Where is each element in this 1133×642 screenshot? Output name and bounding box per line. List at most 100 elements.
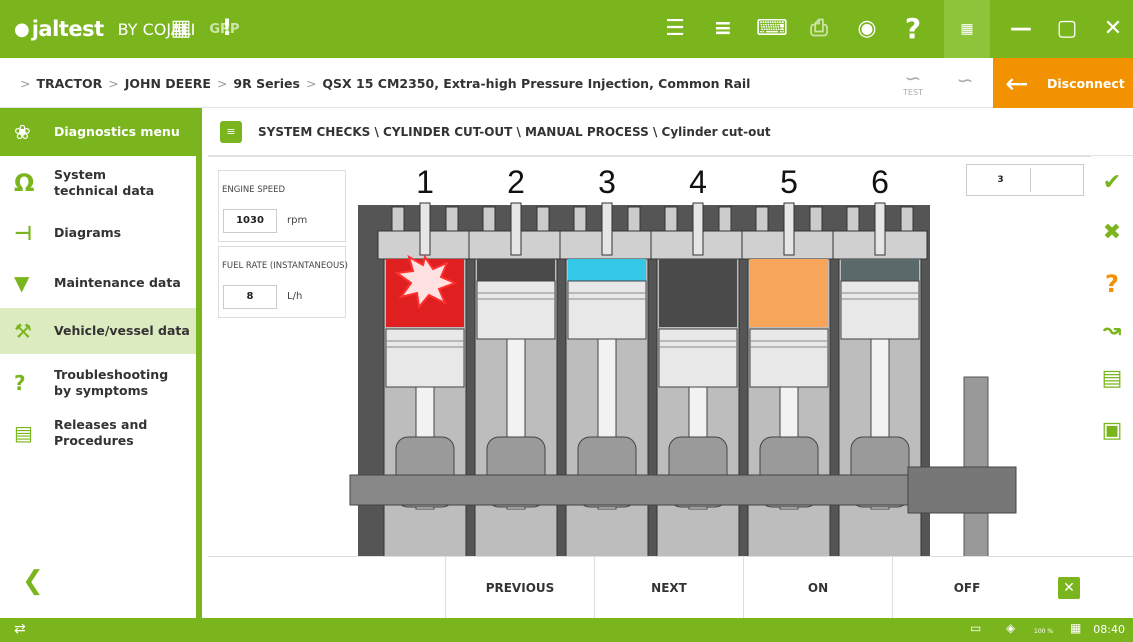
next-button[interactable]: NEXT: [594, 557, 743, 619]
piston-2: [476, 280, 556, 340]
usb-icon: ⇄: [14, 621, 26, 637]
valve-spring: [536, 206, 550, 232]
report-icon[interactable]: ☰: [660, 14, 690, 44]
valve-spring: [445, 206, 459, 232]
piston-6: [840, 280, 920, 340]
injector: [874, 202, 886, 256]
omega-icon: Ω: [14, 169, 35, 197]
breadcrumb-item[interactable]: TRACTOR: [36, 76, 102, 91]
list-icon[interactable]: ≡: [708, 14, 738, 44]
sidebar-item-troubleshooting[interactable]: ? Troubleshooting by symptoms: [0, 360, 196, 406]
valve-spring: [573, 206, 587, 232]
cylinder-cutout-panel: ENGINE SPEED 1030 rpm FUEL RATE (INSTANT…: [208, 156, 1091, 557]
valve-spring: [391, 206, 405, 232]
valve-spring: [809, 206, 823, 232]
cylinder-number-2: 2: [507, 164, 525, 200]
keyboard-icon[interactable]: ⌨: [756, 14, 788, 44]
piston-5: [749, 328, 829, 388]
crank-pulley: [907, 466, 1017, 514]
zoom-level: 100 %: [1034, 628, 1054, 635]
crankshaft: [349, 474, 971, 506]
on-button[interactable]: ON: [743, 557, 892, 619]
close-panel-icon[interactable]: ✕: [1058, 577, 1080, 599]
status-bar: ⇄ ▭ ◈ 100 % ▦ 08:40: [0, 618, 1133, 642]
injector: [783, 202, 795, 256]
piston-4: [658, 328, 738, 388]
calendar-icon: ▦: [1070, 621, 1082, 635]
document-icon: ▤: [14, 421, 33, 445]
graph-icon[interactable]: ↝: [1091, 318, 1133, 343]
combustion-chamber-2: [477, 259, 555, 283]
connector-icon[interactable]: ∽: [948, 68, 982, 100]
battery-icon: ▭: [970, 621, 982, 635]
cancel-icon[interactable]: ✖: [1091, 220, 1133, 245]
diagram-icon: ⊣: [14, 221, 33, 245]
apps-grid-icon[interactable]: ▦: [944, 0, 990, 58]
breadcrumb: > TRACTOR > JOHN DEERE >9R Series > QSX 15 …: [20, 75, 751, 91]
printer-icon[interactable]: ⎙: [804, 14, 834, 44]
camera-icon[interactable]: ◉: [852, 14, 882, 44]
injector: [692, 202, 704, 256]
sidebar-item-diagrams[interactable]: ⊣ Diagrams: [0, 210, 196, 256]
tools-icon: ?: [14, 371, 26, 395]
wifi-icon: ◈: [1006, 621, 1016, 635]
combustion-chamber-5: [750, 259, 828, 327]
valve-spring: [900, 206, 914, 232]
cylinder-number-6: 6: [871, 164, 889, 200]
content-header: ≡ SYSTEM CHECKS \ CYLINDER CUT-OUT \ MAN…: [208, 108, 1133, 156]
sidebar: ❀ Diagnostics menu Ω System technical data…: [0, 108, 202, 618]
minimize-icon[interactable]: —: [998, 0, 1044, 58]
arrow-left-icon: ←: [1005, 66, 1029, 100]
help-icon[interactable]: ?: [898, 14, 928, 44]
combustion-chamber-6: [841, 259, 919, 283]
valve-spring: [846, 206, 860, 232]
list-icon[interactable]: ▤: [1091, 366, 1133, 391]
wrench-icon: ⚒: [14, 319, 32, 343]
piston-3: [567, 280, 647, 340]
sidebar-item-maintenance-data[interactable]: ▼ Maintenance data: [0, 260, 196, 306]
sidebar-item-vehicle-data[interactable]: ⚒ Vehicle/vessel data: [0, 308, 196, 354]
valve-spring: [718, 206, 732, 232]
alert-icon[interactable]: !: [212, 14, 242, 44]
back-chevron-icon[interactable]: ❮: [22, 566, 44, 596]
bottom-action-bar: PREVIOUS NEXT ON OFF ✕: [208, 556, 1133, 619]
oil-can-icon: ▼: [14, 271, 30, 295]
help-icon[interactable]: ?: [1091, 270, 1133, 298]
jaltest-logo: ● jaltest: [14, 17, 104, 41]
cylinder-number-5: 5: [780, 164, 798, 200]
top-toolbar: ● jaltest BY COJALI GRP ▦ ! ☰ ≡ ⌨ ⎙ ◉ ? ▦…: [0, 0, 1133, 58]
clock: 08:40: [1093, 623, 1125, 636]
document-icon[interactable]: ▣: [1091, 418, 1133, 443]
sidebar-item-releases-procedures[interactable]: ▤ Releases and Procedures: [0, 410, 196, 456]
valve-spring: [755, 206, 769, 232]
checklist-icon: ≡: [220, 120, 242, 143]
injector: [419, 202, 431, 256]
check-icon[interactable]: ✔: [1091, 170, 1133, 195]
right-toolbar: ✔ ✖ ? ↝ ▤ ▣: [1091, 156, 1133, 618]
breadcrumb-item[interactable]: 9R Series: [233, 76, 300, 91]
close-icon[interactable]: ✕: [1090, 0, 1133, 58]
page-title: SYSTEM CHECKS \ CYLINDER CUT-OUT \ MANUA…: [258, 124, 771, 139]
off-button[interactable]: OFF: [892, 557, 1041, 619]
sidebar-item-system-technical-data[interactable]: Ω System technical data: [0, 160, 196, 206]
test-icon[interactable]: ∽ TEST: [896, 68, 930, 100]
breadcrumb-item[interactable]: JOHN DEERE: [125, 76, 211, 91]
previous-button[interactable]: PREVIOUS: [445, 557, 594, 619]
breadcrumb-bar: > TRACTOR > JOHN DEERE >9R Series > QSX 15 …: [0, 58, 1133, 108]
boxes-icon[interactable]: ▦: [166, 14, 196, 44]
injector: [601, 202, 613, 256]
disconnect-button[interactable]: ← Disconnect: [993, 58, 1133, 108]
stethoscope-icon: ❀: [14, 120, 31, 144]
combustion-chamber-3: [568, 259, 646, 283]
maximize-icon[interactable]: ▢: [1044, 0, 1090, 58]
cylinder-number-3: 3: [598, 164, 616, 200]
injector: [510, 202, 522, 256]
engine-diagram: 1 2 3 4 5 6: [349, 164, 1017, 557]
breadcrumb-item[interactable]: QSX 15 CM2350, Extra-high Pressure Injec…: [322, 76, 750, 91]
piston-1: [385, 328, 465, 388]
cylinder-number-4: 4: [689, 164, 707, 200]
valve-spring: [482, 206, 496, 232]
combustion-chamber-4: [659, 259, 737, 327]
sidebar-item-diagnostics-menu[interactable]: ❀ Diagnostics menu: [0, 108, 196, 156]
cylinder-number-1: 1: [416, 164, 434, 200]
